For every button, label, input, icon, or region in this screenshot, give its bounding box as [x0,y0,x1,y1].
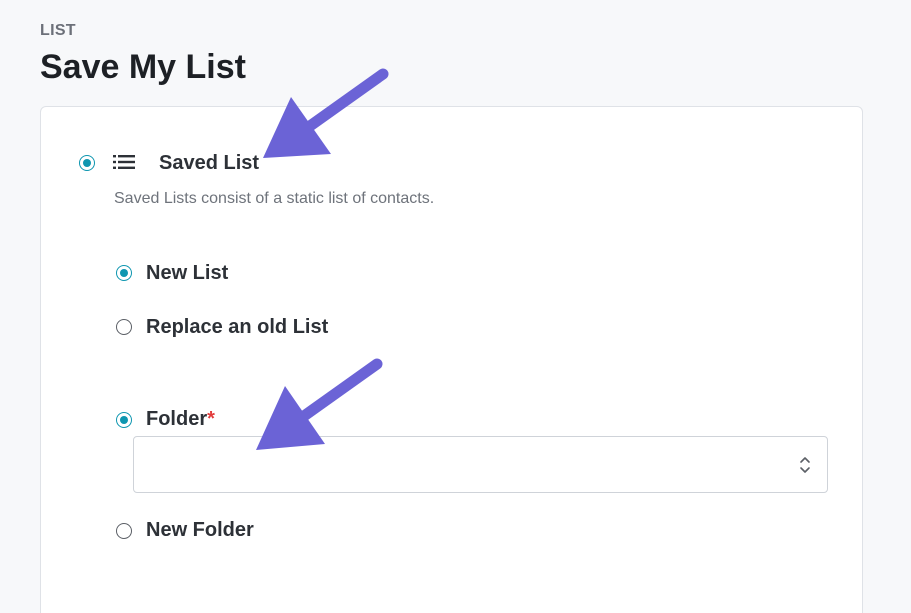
new-list-radio[interactable] [116,265,132,281]
list-icon [113,155,135,169]
chevron-updown-icon [800,457,810,473]
folder-label-text: Folder [146,408,208,430]
replace-list-radio[interactable] [116,319,132,335]
folder-label[interactable]: Folder* [146,408,215,431]
replace-list-label[interactable]: Replace an old List [146,316,328,339]
new-folder-radio[interactable] [116,523,132,539]
new-list-label[interactable]: New List [146,262,228,285]
saved-list-helper-text: Saved Lists consist of a static list of … [114,190,435,207]
save-list-page: LIST Save My List Saved List Saved Lists… [0,0,911,613]
folder-radio[interactable] [116,412,132,428]
new-folder-label[interactable]: New Folder [146,519,254,542]
folder-select[interactable] [133,436,828,493]
section-eyebrow: LIST [40,22,76,39]
page-title: Save My List [40,48,246,86]
required-asterisk: * [207,408,215,430]
saved-list-radio[interactable] [79,155,95,171]
saved-list-label[interactable]: Saved List [159,152,259,175]
